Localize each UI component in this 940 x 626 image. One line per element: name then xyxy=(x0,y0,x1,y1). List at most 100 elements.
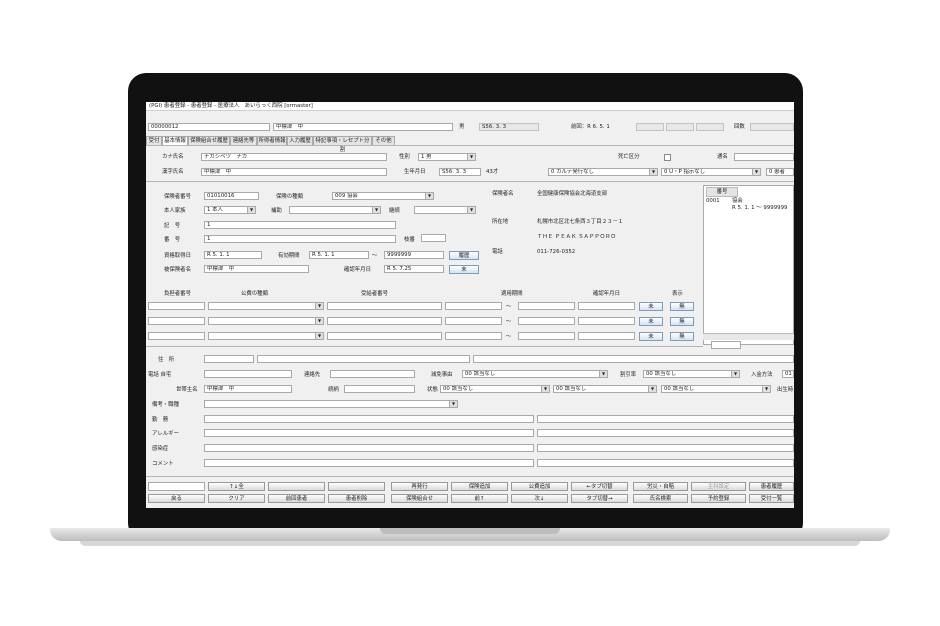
kohi-kakunin-input[interactable] xyxy=(578,332,635,340)
address-input[interactable] xyxy=(257,355,470,363)
hojo-select[interactable]: ▼ xyxy=(289,206,381,214)
birthdate-input[interactable]: S56. 3. 3 xyxy=(439,168,481,176)
kohi-kakunin-input[interactable] xyxy=(578,317,635,325)
list-row-no[interactable]: 0001 xyxy=(706,197,720,205)
nyukin-select[interactable]: 01 xyxy=(782,370,794,378)
insurance-combination-button[interactable]: 保険組合せ xyxy=(391,494,448,503)
add-insurance-button[interactable]: 保険追加 xyxy=(451,482,508,491)
back-button[interactable]: 戻る xyxy=(148,494,205,503)
reception-list-button[interactable]: 受付一覧 xyxy=(749,494,794,503)
kinmu-input-2[interactable] xyxy=(537,415,794,423)
bango-input[interactable]: 1 xyxy=(204,235,396,243)
hihokensha-input[interactable]: 中標津 中 xyxy=(204,265,309,273)
honnin-select[interactable]: 1 本人 ▼ xyxy=(204,206,256,214)
kigo-input[interactable]: 1 xyxy=(204,221,396,229)
kohi-from-input[interactable] xyxy=(445,332,502,340)
kohi-mu-button[interactable]: 無 xyxy=(670,332,694,341)
prev-button[interactable]: 前↑ xyxy=(451,494,508,503)
setainushi-input[interactable]: 中標津 中 xyxy=(204,385,292,393)
shikaku-input[interactable]: R 5. 1. 1 xyxy=(204,251,262,259)
ijyo-select[interactable]: 0 患者 xyxy=(766,168,794,176)
karte-select[interactable]: 0 カルテ発行なし ▼ xyxy=(548,168,658,176)
death-checkbox[interactable] xyxy=(664,154,671,161)
waribiki-select[interactable]: 00 該当なし ▼ xyxy=(643,370,740,378)
list-row-period[interactable]: R 5. 1. 1 ～ 9999999 xyxy=(732,204,787,212)
list-jump-input[interactable] xyxy=(711,341,741,349)
tab-other[interactable]: その他 xyxy=(372,136,395,145)
kohi-mi-button[interactable]: 未 xyxy=(639,317,663,326)
patient-history-button[interactable]: 患者履歴 xyxy=(749,482,794,491)
renraku-input[interactable] xyxy=(330,370,415,378)
kohi-futansha-input[interactable] xyxy=(148,302,205,310)
tab-prev-button[interactable]: ←タブ切替 xyxy=(571,482,628,491)
prev-patient-button[interactable]: 前回患者 xyxy=(268,494,325,503)
patient-id-field[interactable]: 00000012 xyxy=(148,123,270,131)
reservation-button[interactable]: 予約登録 xyxy=(691,494,746,503)
tab-uketsuke[interactable]: 受付 xyxy=(146,136,162,145)
kanji-name-input[interactable]: 中標津 中 xyxy=(201,168,387,176)
kohi-type-select[interactable]: ▼ xyxy=(208,332,324,340)
kakunin-mi-button[interactable]: 未 xyxy=(449,265,479,274)
tel-home-input[interactable] xyxy=(204,370,292,378)
jotai-select-2[interactable]: 00 該当なし ▼ xyxy=(553,385,657,393)
kansen-input-2[interactable] xyxy=(537,444,794,452)
allergy-input-2[interactable] xyxy=(537,429,794,437)
kohi-jukyusha-input[interactable] xyxy=(327,302,442,310)
kohi-to-input[interactable] xyxy=(518,302,575,310)
kohi-from-input[interactable] xyxy=(445,302,502,310)
zokugara-input[interactable] xyxy=(344,385,415,393)
yuko-to-input[interactable]: 9999999 xyxy=(384,251,444,259)
kohi-from-input[interactable] xyxy=(445,317,502,325)
kansen-input-1[interactable] xyxy=(204,444,534,452)
edaban-input[interactable] xyxy=(421,234,446,242)
kohi-mi-button[interactable]: 未 xyxy=(639,302,663,311)
tab-income[interactable]: 所得者情報 xyxy=(257,136,287,145)
kohi-jukyusha-input[interactable] xyxy=(327,332,442,340)
delete-patient-button[interactable]: 患者削除 xyxy=(328,494,385,503)
tab-contact[interactable]: 連絡先等 xyxy=(230,136,257,145)
allergy-input-1[interactable] xyxy=(204,429,534,437)
gensan-select[interactable]: 00 該当なし ▼ xyxy=(462,370,608,378)
rireki-button[interactable]: 履歴 xyxy=(449,251,479,260)
footer-blank-button-2[interactable] xyxy=(328,482,385,491)
comment-input-2[interactable] xyxy=(537,459,794,467)
keizoku-select[interactable]: ▼ xyxy=(414,206,476,214)
footer-input[interactable] xyxy=(148,482,205,491)
kohi-jukyusha-input[interactable] xyxy=(327,317,442,325)
main-dept-button[interactable]: 主科設定 xyxy=(691,482,746,491)
rosai-button[interactable]: 労災・自賠 xyxy=(633,482,688,491)
jotai-select-3[interactable]: 00 該当なし ▼ xyxy=(661,385,771,393)
sex-select[interactable]: 1 男 ▼ xyxy=(418,153,476,161)
insurance-type-select[interactable]: 009 協会 ▼ xyxy=(332,192,434,200)
kohi-type-select[interactable]: ▼ xyxy=(208,317,324,325)
kana-name-input[interactable]: ナカシベツ ナカ xyxy=(201,153,387,161)
footer-blank-button-1[interactable] xyxy=(268,482,325,491)
updown-all-button[interactable]: ↑↓全 xyxy=(208,482,265,491)
postal-input[interactable] xyxy=(204,355,254,363)
comment-input-1[interactable] xyxy=(204,459,534,467)
kohi-futansha-input[interactable] xyxy=(148,317,205,325)
insurance-combination-list[interactable]: 番号 0001 協会 R 5. 1. 1 ～ 9999999 xyxy=(703,185,794,345)
tab-basic-info[interactable]: 基本情報 xyxy=(162,136,188,145)
tab-insurance-history[interactable]: 保険組合せ履歴 xyxy=(188,136,230,145)
clear-button[interactable]: クリア xyxy=(208,494,265,503)
tab-special-notes[interactable]: 特記事項・レセプト分割 xyxy=(313,136,372,153)
bikou-select[interactable]: ▼ xyxy=(204,400,458,408)
tab-next-button[interactable]: タブ切替→ xyxy=(571,494,628,503)
kohi-mi-button[interactable]: 未 xyxy=(639,332,663,341)
tsumei-input[interactable] xyxy=(734,153,794,161)
ukeire-select[interactable]: 0 U・P 指示なし ▼ xyxy=(661,168,761,176)
tab-input-history[interactable]: 入力履歴 xyxy=(287,136,313,145)
kohi-kakunin-input[interactable] xyxy=(578,302,635,310)
address2-input[interactable] xyxy=(473,355,794,363)
list-horizontal-scrollbar[interactable] xyxy=(703,333,794,340)
kohi-type-select[interactable]: ▼ xyxy=(208,302,324,310)
kohi-mu-button[interactable]: 無 xyxy=(670,302,694,311)
kohi-mu-button[interactable]: 無 xyxy=(670,317,694,326)
reissue-button[interactable]: 再発行 xyxy=(391,482,448,491)
yuko-from-input[interactable]: R 5. 1. 1 xyxy=(309,251,369,259)
name-search-button[interactable]: 氏名検索 xyxy=(633,494,688,503)
add-kohi-button[interactable]: 公費追加 xyxy=(511,482,568,491)
jotai-select-1[interactable]: 00 該当なし ▼ xyxy=(440,385,550,393)
kohi-to-input[interactable] xyxy=(518,332,575,340)
